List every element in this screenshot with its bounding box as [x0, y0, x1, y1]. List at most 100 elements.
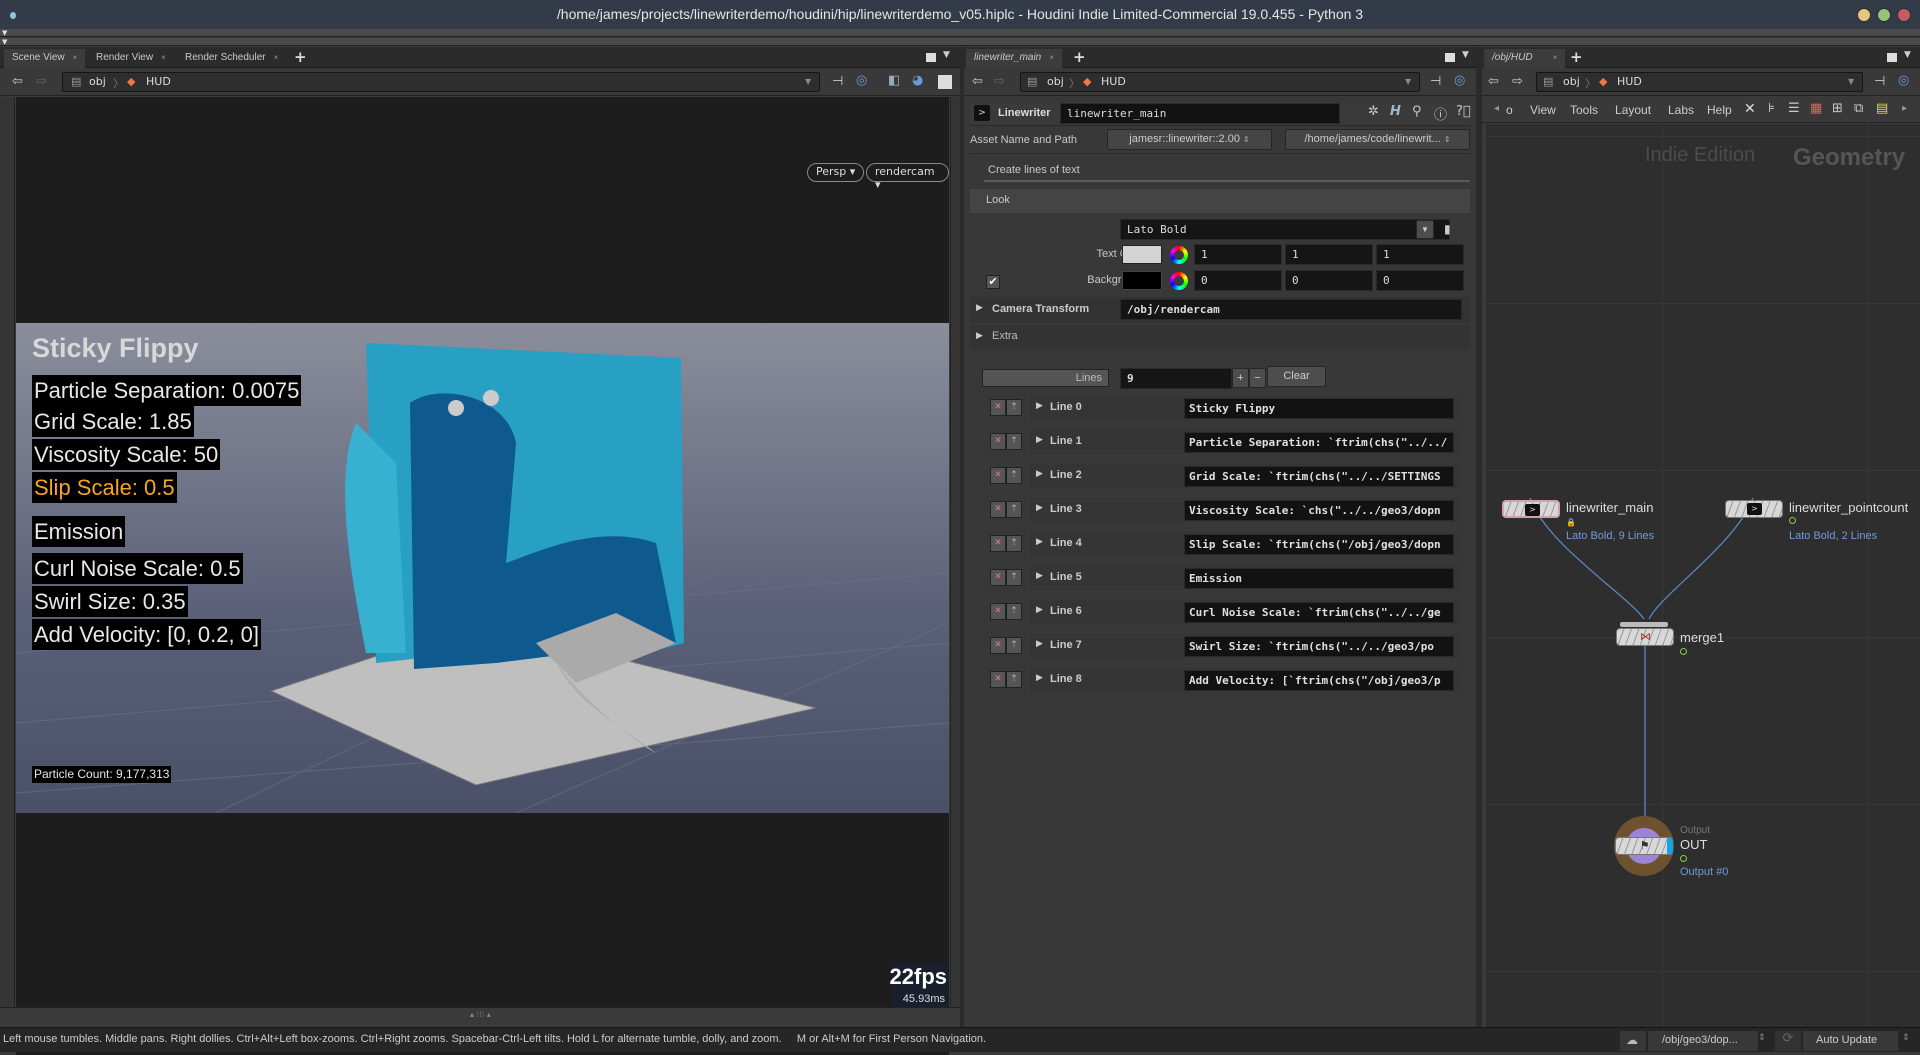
remove-line-icon[interactable]: ✕ — [990, 671, 1006, 688]
pane-splitter[interactable] — [1476, 47, 1482, 1027]
display-options-icon[interactable]: ◧ — [888, 73, 900, 88]
node-merge1[interactable]: ⋈ — [1616, 628, 1674, 646]
expand-arrow-icon[interactable]: ▶ — [1036, 605, 1043, 615]
network-editor[interactable]: Indie Edition Geometry > linewriter_main… — [1486, 124, 1920, 1027]
viewport[interactable]: Persp ▾ rendercam ▾ Sticky Flippy Partic… — [16, 97, 949, 1055]
search-icon[interactable]: ⚲ — [1412, 104, 1422, 119]
add-tab-button[interactable]: + — [1570, 48, 1583, 66]
help-h-icon[interactable]: H — [1390, 104, 1401, 119]
pin-icon[interactable]: ⊣ — [1874, 74, 1885, 89]
pane-splitter[interactable] — [960, 47, 964, 1027]
path-dropdown-icon[interactable]: ▼ — [1848, 77, 1854, 86]
help-icon[interactable]: ?⃝ — [1456, 104, 1471, 119]
expand-arrow-icon[interactable]: ▶ — [976, 331, 983, 341]
shading-icon[interactable]: ◕ — [912, 73, 923, 88]
scroll-left-icon[interactable]: ◂ — [1494, 103, 1499, 114]
forward-arrow-icon[interactable]: ⇨ — [994, 74, 1005, 89]
tab-render-scheduler[interactable]: Render Scheduler × — [177, 49, 286, 68]
expand-arrow-icon[interactable]: ▶ — [1036, 571, 1043, 581]
file-browse-icon[interactable]: ▮ — [1444, 222, 1451, 236]
background-b[interactable]: 0 — [1376, 270, 1464, 291]
pin-icon[interactable]: ⊣ — [1430, 74, 1441, 89]
update-mode-menu[interactable]: Auto Update — [1803, 1031, 1898, 1051]
remove-line-icon[interactable]: ✕ — [990, 399, 1006, 416]
link-target-icon[interactable]: ◎ — [856, 73, 867, 88]
expand-arrow-icon[interactable]: ▶ — [1036, 503, 1043, 513]
back-arrow-icon[interactable]: ⇦ — [972, 74, 983, 89]
text-color-b[interactable]: 1 — [1376, 244, 1464, 265]
look-folder-tab[interactable]: Look — [970, 189, 1470, 213]
tab-scene-view[interactable]: Scene View × — [4, 49, 86, 68]
text-color-r[interactable]: 1 — [1194, 244, 1282, 265]
path-root[interactable]: obj — [1563, 75, 1580, 88]
node-name-field[interactable]: linewriter_main — [1060, 103, 1340, 124]
expand-arrow-icon[interactable]: ▶ — [1036, 469, 1043, 479]
menu-view[interactable]: View — [1530, 103, 1556, 117]
asset-name-menu[interactable]: jamesr::linewriter::2.00 ⇕ — [1107, 129, 1272, 150]
font-field[interactable]: Lato Bold — [1120, 219, 1450, 240]
menu-layout[interactable]: Layout — [1615, 103, 1651, 117]
line-text-field[interactable]: Grid Scale: `ftrim(chs("../../SETTINGS — [1184, 466, 1454, 487]
expand-arrow-icon[interactable]: ▶ — [1036, 435, 1043, 445]
collapse-arrow-icon[interactable]: ▼ — [2, 38, 7, 46]
render-camera-menu[interactable]: rendercam ▾ — [866, 163, 949, 191]
toolbar-collapsed[interactable]: ▼ — [0, 38, 1920, 46]
text-color-swatch[interactable] — [1122, 245, 1162, 264]
close-tab-icon[interactable]: × — [274, 53, 279, 62]
background-r[interactable]: 0 — [1194, 270, 1282, 291]
path-field[interactable]: ▤ obj 〉 ◆ HUD ▼ — [62, 72, 820, 92]
network-box-icon[interactable]: ⧉ — [1854, 101, 1863, 116]
remove-line-icon[interactable]: ✕ — [990, 637, 1006, 654]
merge-input-bar[interactable] — [1620, 622, 1668, 627]
pane-menu-icon[interactable]: ▼ — [943, 50, 950, 60]
insert-line-icon[interactable]: ⇡ — [1006, 569, 1022, 586]
line-text-field[interactable]: Particle Separation: `ftrim(chs("../../ — [1184, 432, 1454, 453]
node-linewriter-pointcount[interactable]: > — [1725, 500, 1783, 518]
close-tab-icon[interactable]: × — [73, 53, 78, 62]
lock-icon[interactable]: 🔒 — [1566, 518, 1576, 527]
collapse-arrow-icon[interactable]: ▼ — [2, 29, 7, 37]
pane-maximize-icon[interactable] — [1887, 53, 1897, 62]
forward-arrow-icon[interactable]: ⇨ — [1512, 74, 1523, 89]
pane-menu-icon[interactable]: ▼ — [1904, 50, 1911, 60]
insert-line-icon[interactable]: ⇡ — [1006, 399, 1022, 416]
insert-line-icon[interactable]: ⇡ — [1006, 535, 1022, 552]
path-node[interactable]: HUD — [1101, 75, 1126, 88]
remove-line-icon[interactable]: ✕ — [990, 603, 1006, 620]
info-icon[interactable]: ⓘ — [1434, 104, 1447, 123]
line-text-field[interactable]: Slip Scale: `ftrim(chs("/obj/geo3/dopn — [1184, 534, 1454, 555]
menu-o[interactable]: o — [1506, 103, 1513, 117]
sim-path-menu[interactable]: /obj/geo3/dop... — [1648, 1031, 1758, 1051]
line-text-field[interactable]: Sticky Flippy — [1184, 398, 1454, 419]
pane-maximize-icon[interactable] — [1445, 53, 1455, 62]
line-text-field[interactable]: Emission — [1184, 568, 1454, 589]
minimize-button[interactable] — [1857, 8, 1871, 22]
updown-icon[interactable]: ⇕ — [1758, 1033, 1766, 1043]
remove-line-icon[interactable]: ✕ — [990, 535, 1006, 552]
sticky-note-icon[interactable]: ▤ — [1876, 101, 1888, 116]
close-button[interactable] — [1897, 8, 1911, 22]
extra-folder[interactable]: ▶ Extra — [970, 325, 1470, 349]
shelf-collapsed[interactable]: ▼ — [0, 29, 1920, 37]
timeline-handle[interactable]: ▴ ⁝⁝⁝ ▴ — [0, 1007, 960, 1027]
path-dropdown-icon[interactable]: ▼ — [1405, 77, 1411, 86]
linewriter-node-icon[interactable]: > — [974, 105, 990, 121]
color-palette-icon[interactable]: ▦ — [1810, 101, 1822, 116]
node-out[interactable]: ⚑ — [1615, 837, 1673, 855]
path-dropdown-icon[interactable]: ▼ — [805, 77, 811, 86]
path-root[interactable]: obj — [89, 75, 106, 88]
remove-line-icon[interactable]: ✕ — [990, 433, 1006, 450]
background-g[interactable]: 0 — [1285, 270, 1373, 291]
splitter-grip-icon[interactable]: ▴ ⁝⁝⁝ ▴ — [470, 1010, 491, 1019]
forward-arrow-icon[interactable]: ⇨ — [36, 74, 47, 89]
tab-render-view[interactable]: Render View × — [88, 49, 174, 68]
close-tab-icon[interactable]: × — [161, 53, 166, 62]
insert-line-icon[interactable]: ⇡ — [1006, 671, 1022, 688]
camera-transform-folder[interactable]: ▶ Camera Transform /obj/rendercam — [970, 297, 1470, 323]
expand-arrow-icon[interactable]: ▶ — [1036, 401, 1043, 411]
text-color-g[interactable]: 1 — [1285, 244, 1373, 265]
refresh-icon[interactable]: ⟳ — [1775, 1031, 1801, 1051]
path-node[interactable]: HUD — [1617, 75, 1642, 88]
pane-menu-icon[interactable]: ▼ — [1462, 50, 1469, 60]
menu-labs[interactable]: Labs — [1668, 103, 1694, 117]
